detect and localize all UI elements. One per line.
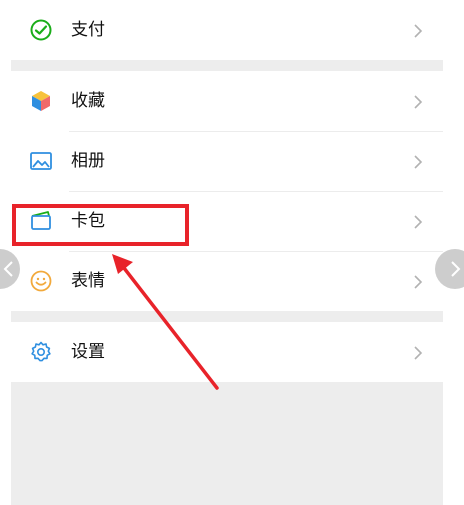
menu-item-label: 收藏 <box>71 90 105 111</box>
chevron-right-icon <box>451 261 461 277</box>
wechat-pay-icon <box>29 18 53 42</box>
menu-item-settings[interactable]: 设置 <box>11 322 443 382</box>
menu-item-album[interactable]: 相册 <box>11 131 443 191</box>
menu-item-pay[interactable]: 支付 <box>11 0 443 60</box>
menu-item-label: 相册 <box>71 150 105 171</box>
wechat-me-screen: 支付 收藏 相册 卡包 表情 设置 <box>11 0 443 505</box>
menu-item-label: 表情 <box>71 270 105 291</box>
menu-item-stickers[interactable]: 表情 <box>11 251 443 311</box>
chevron-right-icon <box>411 345 425 360</box>
album-picture-icon <box>29 149 53 173</box>
menu-item-label: 设置 <box>71 341 105 362</box>
chevron-right-icon <box>411 274 425 289</box>
menu-group-settings: 设置 <box>11 322 443 382</box>
chevron-right-icon <box>411 94 425 109</box>
menu-item-favorites[interactable]: 收藏 <box>11 71 443 131</box>
chevron-right-icon <box>411 23 425 38</box>
menu-item-label: 支付 <box>71 19 105 40</box>
sticker-smile-icon <box>29 269 53 293</box>
highlight-box <box>12 204 189 246</box>
menu-group-pay: 支付 <box>11 0 443 60</box>
menu-group-main: 收藏 相册 卡包 表情 <box>11 71 443 311</box>
settings-gear-icon <box>29 340 53 364</box>
chevron-right-icon <box>411 154 425 169</box>
favorites-cube-icon <box>29 89 53 113</box>
chevron-left-icon <box>3 261 13 277</box>
chevron-right-icon <box>411 214 425 229</box>
